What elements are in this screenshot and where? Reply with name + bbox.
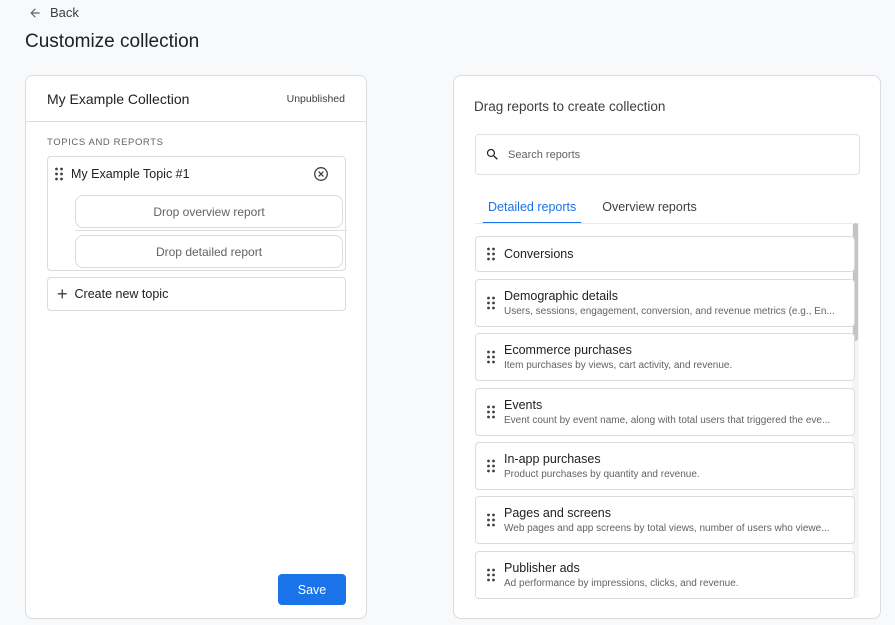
report-item-ecommerce-purchases[interactable]: Ecommerce purchases Item purchases by vi… [475, 333, 855, 381]
search-input[interactable] [508, 148, 828, 161]
tabs-divider [475, 223, 860, 224]
report-name: Conversions [504, 247, 574, 261]
collection-panel: My Example Collection Unpublished TOPICS… [25, 75, 367, 619]
divider [75, 230, 347, 231]
report-description: Product purchases by quantity and revenu… [504, 469, 700, 480]
drag-handle-icon[interactable] [486, 405, 496, 419]
report-tabs: Detailed reports Overview reports [475, 194, 710, 224]
remove-topic-icon[interactable] [313, 166, 329, 182]
report-description: Item purchases by views, cart activity, … [504, 360, 733, 371]
search-box[interactable] [475, 134, 860, 175]
back-link[interactable]: Back [28, 5, 79, 20]
drag-handle-icon[interactable] [486, 296, 496, 310]
report-item-demographic-details[interactable]: Demographic details Users, sessions, eng… [475, 279, 855, 327]
save-button[interactable]: Save [278, 574, 346, 605]
drag-handle-icon[interactable] [486, 459, 496, 473]
report-description: Web pages and app screens by total views… [504, 523, 830, 534]
report-item-in-app-purchases[interactable]: In-app purchases Product purchases by qu… [475, 442, 855, 490]
report-name: In-app purchases [504, 452, 601, 466]
report-text: Ecommerce purchases Item purchases by vi… [504, 343, 854, 371]
report-text: Conversions [504, 247, 854, 261]
report-item-conversions[interactable]: Conversions [475, 236, 855, 272]
drag-handle-icon[interactable] [486, 247, 496, 261]
status-badge: Unpublished [286, 92, 345, 105]
report-name: Demographic details [504, 289, 618, 303]
drag-handle-icon[interactable] [54, 167, 64, 181]
report-name: Pages and screens [504, 506, 612, 520]
collection-name[interactable]: My Example Collection [47, 91, 189, 107]
drag-handle-icon[interactable] [486, 568, 496, 582]
section-label: TOPICS AND REPORTS [47, 137, 164, 148]
report-name: Publisher ads [504, 561, 580, 575]
topic-name[interactable]: My Example Topic #1 [71, 167, 313, 181]
report-item-publisher-ads[interactable]: Publisher ads Ad performance by impressi… [475, 551, 855, 599]
create-topic-label: Create new topic [74, 287, 169, 301]
report-description: Users, sessions, engagement, conversion,… [504, 306, 835, 317]
report-description: Event count by event name, along with to… [504, 415, 831, 426]
report-item-events[interactable]: Events Event count by event name, along … [475, 388, 855, 436]
report-text: Publisher ads Ad performance by impressi… [504, 561, 854, 589]
report-text: Demographic details Users, sessions, eng… [504, 289, 854, 317]
report-item-pages-and-screens[interactable]: Pages and screens Web pages and app scre… [475, 496, 855, 544]
reports-panel-title: Drag reports to create collection [474, 99, 666, 114]
plus-icon: + [57, 284, 68, 304]
topic-card[interactable]: My Example Topic #1 Drop overview report… [47, 156, 347, 271]
report-name: Events [504, 398, 543, 412]
arrow-left-icon [30, 7, 40, 18]
search-icon [486, 148, 498, 160]
collection-header: My Example Collection Unpublished [26, 76, 366, 122]
drop-overview-zone[interactable]: Drop overview report [75, 195, 343, 228]
report-text: Pages and screens Web pages and app scre… [504, 506, 854, 534]
create-topic-button[interactable]: + Create new topic [47, 277, 346, 311]
page-title: Customize collection [25, 31, 200, 52]
drop-detailed-zone[interactable]: Drop detailed report [75, 235, 343, 268]
report-text: In-app purchases Product purchases by qu… [504, 452, 854, 480]
topic-header: My Example Topic #1 [48, 157, 345, 191]
report-text: Events Event count by event name, along … [504, 398, 854, 426]
report-name: Ecommerce purchases [504, 343, 632, 357]
tab-overview-reports[interactable]: Overview reports [589, 194, 709, 224]
reports-panel: Drag reports to create collection Detail… [453, 75, 881, 619]
tab-detailed-reports[interactable]: Detailed reports [475, 194, 589, 224]
report-description: Ad performance by impressions, clicks, a… [504, 578, 739, 589]
drag-handle-icon[interactable] [486, 513, 496, 527]
back-label: Back [50, 5, 79, 20]
drag-handle-icon[interactable] [486, 350, 496, 364]
